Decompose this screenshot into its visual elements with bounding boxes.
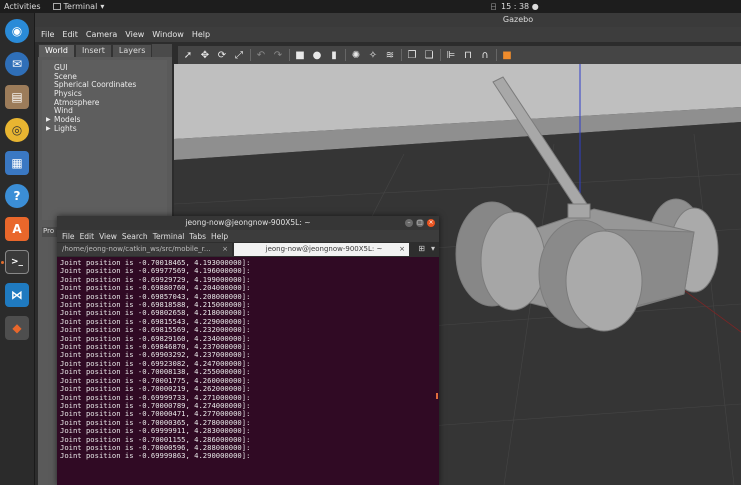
menu-camera[interactable]: Camera	[86, 30, 117, 39]
terminal-title: jeong-now@jeongnow-900X5L: ~	[185, 218, 311, 227]
terminal-tab-bar: /home/jeong-now/catkin_ws/src/mobile_r..…	[57, 242, 439, 257]
snap-icon[interactable]: ⊓	[461, 48, 475, 62]
input-method-indicator[interactable]: 日	[490, 3, 497, 11]
menu-file[interactable]: File	[41, 30, 54, 39]
terminal-tab[interactable]: /home/jeong-now/catkin_ws/src/mobile_r..…	[57, 243, 232, 256]
tree-item-lights-label: Lights	[54, 123, 77, 133]
toolbar-separator	[289, 49, 290, 61]
terminal-menu-edit[interactable]: Edit	[80, 232, 95, 241]
tab-insert[interactable]: Insert	[74, 44, 112, 57]
select-arrow-icon[interactable]: ➚	[181, 48, 195, 62]
top-bar: Activities Terminal ▾ 日 15 : 38 ●	[0, 0, 741, 13]
libreoffice-writer-icon[interactable]: ▦	[5, 151, 29, 175]
notification-dot-icon: ●	[531, 1, 539, 11]
gazebo-title-bar: Gazebo	[35, 13, 741, 27]
magnet-icon[interactable]: ∩	[478, 48, 492, 62]
menu-help[interactable]: Help	[192, 30, 210, 39]
terminal-menu-help[interactable]: Help	[211, 232, 228, 241]
expand-arrow-icon[interactable]: ▶	[46, 125, 51, 134]
redo-icon[interactable]: ↷	[271, 48, 285, 62]
terminal-menubar: File Edit View Search Terminal Tabs Help	[57, 230, 439, 242]
menu-view[interactable]: View	[125, 30, 144, 39]
terminal-tab-label: jeong-now@jeongnow-900X5L: ~	[265, 245, 383, 253]
paste-icon[interactable]: ❏	[422, 48, 436, 62]
tree-item-lights[interactable]: ▶ Lights	[42, 123, 167, 134]
ros-sublime-icon[interactable]: ◆	[5, 316, 29, 340]
toolbar-separator	[401, 49, 402, 61]
translate-icon[interactable]: ✥	[198, 48, 212, 62]
menu-window[interactable]: Window	[152, 30, 184, 39]
tree-item-models-label: Models	[54, 115, 81, 125]
gazebo-menubar: File Edit Camera View Window Help	[35, 27, 741, 42]
terminal-tab-label: /home/jeong-now/catkin_ws/src/mobile_r..…	[62, 245, 211, 253]
terminal-window[interactable]: jeong-now@jeongnow-900X5L: ~ – □ × File …	[57, 216, 439, 485]
minimize-icon[interactable]: –	[405, 219, 413, 227]
terminal-menu-search[interactable]: Search	[122, 232, 148, 241]
gazebo-panel-tabs: World Insert Layers	[38, 44, 172, 57]
toolbar-separator	[440, 49, 441, 61]
activities-button[interactable]: Activities	[4, 2, 41, 11]
close-icon[interactable]: ×	[399, 243, 405, 256]
cylinder-icon[interactable]: ▮	[327, 48, 341, 62]
app-menu-label: Terminal	[63, 2, 98, 11]
tab-layers[interactable]: Layers	[111, 44, 153, 57]
directional-light-icon[interactable]: ≋	[383, 48, 397, 62]
terminal-tab-active[interactable]: jeong-now@jeongnow-900X5L: ~ ×	[234, 243, 409, 256]
terminal-menu-file[interactable]: File	[62, 232, 75, 241]
files-icon[interactable]: ▤	[5, 85, 29, 109]
new-tab-icon[interactable]: ⊞	[418, 244, 425, 253]
expand-arrow-icon[interactable]: ▶	[46, 116, 51, 125]
point-light-icon[interactable]: ✺	[349, 48, 363, 62]
tab-world[interactable]: World	[38, 44, 75, 57]
software-center-icon[interactable]: A	[5, 217, 29, 241]
chrome-icon[interactable]: ◉	[5, 19, 29, 43]
align-icon[interactable]: ⊫	[444, 48, 458, 62]
clock-time: 15 : 38	[501, 1, 530, 11]
copy-icon[interactable]: ❐	[405, 48, 419, 62]
rhythmbox-icon[interactable]: ◎	[5, 118, 29, 142]
terminal-icon[interactable]: >_	[5, 250, 29, 274]
app-menu[interactable]: Terminal ▾	[52, 2, 105, 11]
undo-icon[interactable]: ↶	[254, 48, 268, 62]
chevron-down-icon[interactable]: ▾	[431, 244, 435, 253]
world-tree: GUI Scene Spherical Coordinates Physics …	[42, 60, 167, 220]
help-icon[interactable]: ?	[5, 184, 29, 208]
camera-view-icon[interactable]: ■	[500, 48, 514, 62]
dock: ◉ ✉ ▤ ◎ ▦ ? A >_ ⋈ ◆	[0, 13, 35, 485]
sphere-icon[interactable]: ●	[310, 48, 324, 62]
gazebo-window-title: Gazebo	[502, 15, 534, 24]
terminal-line: Joint position is -0.69999863, 4.2900000…	[60, 451, 251, 461]
toolbar-separator	[250, 49, 251, 61]
active-app-indicator	[1, 261, 4, 264]
terminal-title-bar[interactable]: jeong-now@jeongnow-900X5L: ~ – □ ×	[57, 216, 439, 230]
gazebo-toolbar: ➚ ✥ ⟳ ⤢ ↶ ↷ ■ ● ▮ ✺ ✧ ≋ ❐ ❏ ⊫ ⊓ ∩ ■	[178, 46, 741, 64]
desktop: Activities Terminal ▾ 日 15 : 38 ● ◉ ✉ ▤ ◎…	[0, 0, 741, 485]
close-icon[interactable]: ×	[222, 243, 228, 256]
vscode-icon[interactable]: ⋈	[5, 283, 29, 307]
chevron-down-icon: ▾	[100, 2, 105, 11]
maximize-icon[interactable]: □	[416, 219, 424, 227]
scale-icon[interactable]: ⤢	[232, 48, 246, 62]
terminal-app-icon	[52, 3, 61, 10]
terminal-menu-terminal[interactable]: Terminal	[153, 232, 185, 241]
menu-edit[interactable]: Edit	[62, 30, 78, 39]
toolbar-separator	[496, 49, 497, 61]
terminal-output[interactable]: Joint position is -0.70018465, 4.1930000…	[57, 257, 439, 485]
rotate-icon[interactable]: ⟳	[215, 48, 229, 62]
box-icon[interactable]: ■	[293, 48, 307, 62]
toolbar-separator	[345, 49, 346, 61]
clock[interactable]: 日 15 : 38 ●	[490, 2, 539, 12]
thunderbird-icon[interactable]: ✉	[5, 52, 29, 76]
terminal-menu-tabs[interactable]: Tabs	[189, 232, 206, 241]
scrollbar-thumb[interactable]	[436, 393, 438, 399]
terminal-menu-view[interactable]: View	[99, 232, 117, 241]
spot-light-icon[interactable]: ✧	[366, 48, 380, 62]
close-icon[interactable]: ×	[427, 219, 435, 227]
